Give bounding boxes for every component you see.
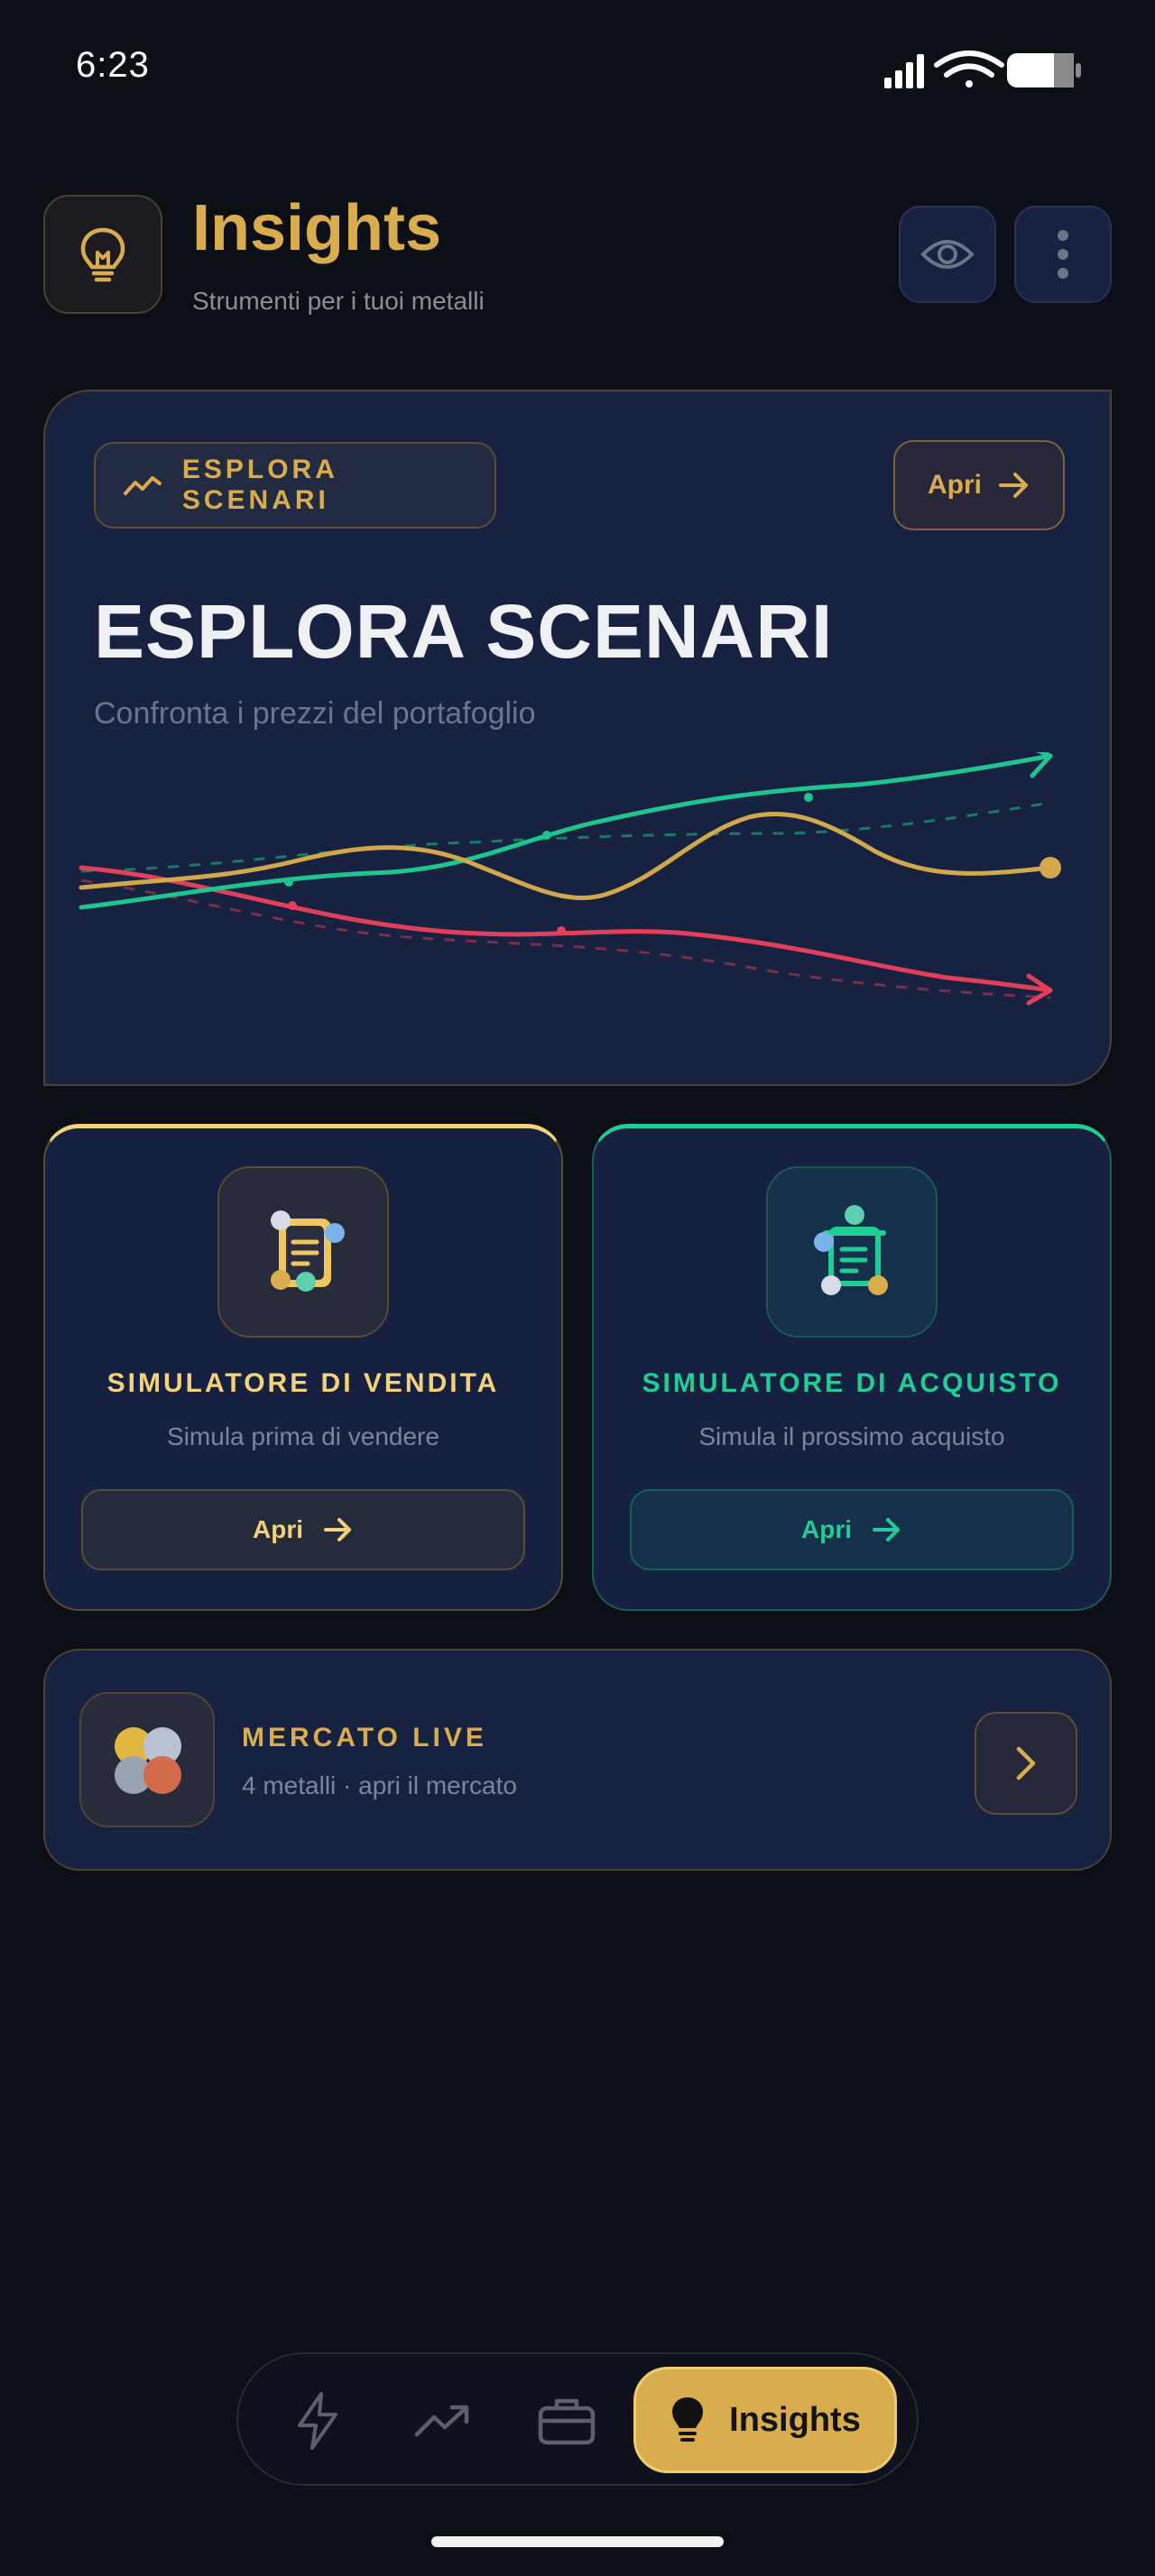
status-icons [884, 51, 1081, 88]
live-market-title: MERCATO LIVE [242, 1723, 487, 1753]
trend-line-icon [123, 476, 162, 495]
sell-simulator-title: SIMULATORE DI VENDITA [106, 1368, 500, 1398]
chart-point-up-2 [542, 831, 551, 840]
page-subtitle: Strumenti per i tuoi metalli [192, 287, 485, 315]
buy-simulator-card[interactable]: SIMULATORE DI ACQUISTO Simula il prossim… [592, 1124, 1112, 1611]
hero-open-button[interactable]: Apri [893, 440, 1065, 530]
sell-simulator-description: Simula prima di vendere [167, 1422, 439, 1450]
wifi-icon [934, 51, 1004, 87]
buy-simulator-description: Simula il prossimo acquisto [698, 1422, 1005, 1450]
nav-item-activity[interactable] [278, 2381, 357, 2461]
more-vertical-icon [1058, 230, 1068, 279]
live-market-card[interactable]: MERCATO LIVE 4 metalli · apri il mercato [43, 1649, 1112, 1871]
scenario-chip-label: ESPLORA SCENARI [181, 455, 337, 515]
home-indicator[interactable] [431, 2536, 724, 2547]
buy-simulator-icon-box [766, 1166, 938, 1338]
hero-subtitle: Confronta i prezzi del portafoglio [94, 696, 536, 731]
chart-point-down-2 [557, 926, 566, 935]
scenario-explorer-card[interactable]: ESPLORA SCENARI Apri ESPLORA SCENARI Con… [43, 390, 1112, 1086]
status-time: 6:23 [76, 45, 150, 85]
chart-point-up-3 [804, 793, 813, 802]
hero-open-label: Apri [928, 470, 982, 500]
app-icon [43, 195, 162, 314]
metals-coins-icon [115, 1727, 181, 1794]
bottom-navigation: Insights [236, 2352, 919, 2486]
chart-line-up-forecast [80, 801, 1051, 873]
document-sell-icon [271, 1210, 345, 1292]
visibility-toggle-button[interactable] [899, 206, 996, 303]
arrow-right-icon [873, 1518, 900, 1541]
arrow-right-icon [324, 1518, 351, 1541]
chart-point-gold-end [1040, 857, 1061, 879]
hero-title: ESPLORA SCENARI [94, 589, 834, 674]
more-options-button[interactable] [1014, 206, 1112, 303]
live-market-icon-box [79, 1692, 215, 1827]
live-market-open-button[interactable] [975, 1712, 1077, 1815]
signal-icon [884, 54, 924, 88]
nav-item-portfolio[interactable] [527, 2381, 606, 2461]
sell-simulator-icon-box [217, 1166, 389, 1338]
chart-line-up [79, 753, 1053, 910]
sell-simulator-card[interactable]: SIMULATORE DI VENDITA Simula prima di ve… [43, 1124, 563, 1611]
lightbulb-icon [672, 2397, 704, 2442]
scenario-chart [79, 752, 1061, 1006]
lightbulb-icon [80, 227, 125, 282]
live-market-subtitle: 4 metalli · apri il mercato [242, 1771, 517, 1799]
nav-item-trends[interactable] [402, 2381, 482, 2461]
lightning-icon [298, 2392, 337, 2450]
buy-simulator-title: SIMULATORE DI ACQUISTO [642, 1368, 1062, 1398]
eye-icon [920, 240, 975, 269]
chart-point-up-1 [284, 878, 293, 887]
buy-simulator-open-button[interactable]: Apri [630, 1489, 1074, 1570]
chevron-right-icon [1016, 1746, 1036, 1780]
buy-simulator-open-label: Apri [801, 1515, 852, 1543]
chart-point-down-1 [288, 901, 297, 910]
trending-up-icon [414, 2405, 469, 2437]
page-title: Insights [192, 192, 442, 264]
sell-simulator-open-label: Apri [253, 1515, 303, 1543]
chart-arrow-up [1030, 752, 1053, 778]
sell-simulator-open-button[interactable]: Apri [81, 1489, 525, 1570]
briefcase-icon [538, 2398, 596, 2445]
battery-icon [1007, 53, 1081, 87]
arrow-right-icon [999, 473, 1028, 498]
document-buy-icon [814, 1205, 888, 1295]
scenario-chip: ESPLORA SCENARI [94, 442, 496, 529]
nav-item-insights[interactable]: Insights [633, 2367, 897, 2473]
nav-insights-label: Insights [729, 2400, 861, 2439]
